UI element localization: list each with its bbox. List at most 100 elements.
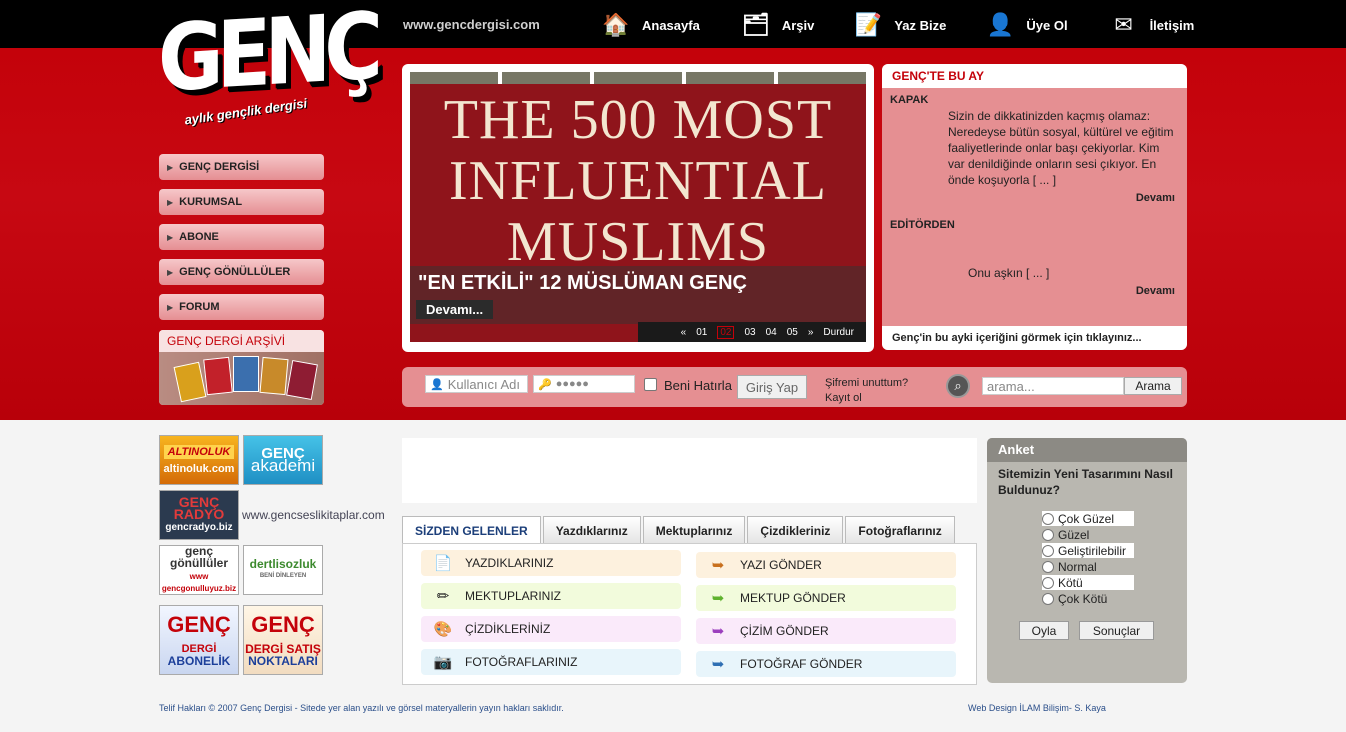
panel-link-cizdikleriniz[interactable]: 🎨 ÇİZDİKLERİNİZ <box>421 616 681 642</box>
nav-label: İletişim <box>1149 17 1195 33</box>
pager-page[interactable]: 05 <box>787 327 798 338</box>
site-logo[interactable]: GENÇ aylık gençlik dergisi <box>158 0 376 133</box>
panel-link-yazdiklariniz[interactable]: 📄 YAZDIKLARINIZ <box>421 550 681 576</box>
banner-area <box>402 438 977 503</box>
arrow-right-icon: ▶ <box>167 162 174 172</box>
this-month-footer-link[interactable]: Genç'in bu ayki içeriğini görmek için tı… <box>882 326 1187 350</box>
arrow-right-icon: ▶ <box>167 267 174 277</box>
poll-vote-button[interactable]: Oyla <box>1019 621 1069 640</box>
site-url[interactable]: www.gencdergisi.com <box>403 17 540 32</box>
slide-more-button[interactable]: Devamı... <box>416 300 494 319</box>
pager-page[interactable]: 03 <box>744 327 755 338</box>
menu-abone[interactable]: ▶ ABONE <box>159 224 324 250</box>
register-link[interactable]: Kayıt ol <box>825 391 862 405</box>
pager-prev[interactable]: « <box>681 327 687 338</box>
dertli-sozluk-logo[interactable]: dertlisozluk BENİ DİNLEYEN <box>243 545 323 595</box>
pager-page[interactable]: 01 <box>696 327 707 338</box>
genc-satis-noktalari-logo[interactable]: GENÇ DERGİ SATIŞ NOKTALARI <box>243 605 323 675</box>
poll-option-label: Normal <box>1058 559 1097 574</box>
password-input[interactable]: 🔑 ●●●●● <box>533 375 635 393</box>
this-month-title: GENÇ'TE BU AY <box>882 64 1187 88</box>
search-icon[interactable]: ⌕ <box>946 374 970 398</box>
kapak-more-link[interactable]: Devamı <box>1136 192 1175 204</box>
pager-next[interactable]: » <box>808 327 814 338</box>
nav-archive[interactable]: 🗂 Arşiv <box>740 8 815 42</box>
remember-checkbox[interactable] <box>644 378 657 391</box>
slide-headline[interactable]: "EN ETKİLİ" 12 MÜSLÜMAN GENÇ <box>418 272 747 295</box>
pager-page-current[interactable]: 02 <box>717 325 735 339</box>
panel-link-fotograflariniz[interactable]: 📷 FOTOĞRAFLARINIZ <box>421 649 681 675</box>
partner-title: GENÇ RADYO <box>173 494 225 522</box>
poll-option-label: Güzel <box>1058 527 1090 542</box>
partner-title: GENÇ <box>167 612 231 637</box>
copyright-text: Telif Hakları © 2007 Genç Dergisi - Site… <box>159 703 564 713</box>
radio-button[interactable] <box>1042 544 1054 557</box>
forgot-password-link[interactable]: Şifremi unuttum? <box>825 376 908 390</box>
panel-link-mektup-gonder[interactable]: ➥ MEKTUP GÖNDER <box>696 585 956 611</box>
menu-forum[interactable]: ▶ FORUM <box>159 294 324 320</box>
poll-results-button[interactable]: Sonuçlar <box>1079 621 1154 640</box>
panel-link-label: FOTOĞRAFLARINIZ <box>465 655 578 669</box>
panel-link-label: ÇİZİM GÖNDER <box>740 624 829 638</box>
editor-more-link[interactable]: Devamı <box>1136 285 1175 297</box>
search-button[interactable]: Arama <box>1124 377 1182 395</box>
menu-genc-gonulluler[interactable]: ▶ GENÇ GÖNÜLLÜLER <box>159 259 324 285</box>
partner-subtitle: ABONELİK <box>167 654 231 668</box>
nav-contact[interactable]: ✉ İletişim <box>1108 8 1195 42</box>
partner-subtitle: akademi <box>250 456 316 475</box>
panel-link-yazi-gonder[interactable]: ➥ YAZI GÖNDER <box>696 552 956 578</box>
slide-image[interactable]: THE 500 MOST INFLUENTIAL MUSLIMS "EN ETK… <box>410 72 866 342</box>
poll-option[interactable]: Çok Kötü <box>1042 591 1134 606</box>
radio-button[interactable] <box>1042 528 1054 541</box>
tab-sizden-gelenler[interactable]: SİZDEN GELENLER <box>402 516 541 544</box>
altinoluk-logo[interactable]: ALTINOLUK altinoluk.com <box>159 435 239 485</box>
panel-link-fotograf-gonder[interactable]: ➥ FOTOĞRAF GÖNDER <box>696 651 956 677</box>
poll-option-label: Çok Kötü <box>1058 591 1108 606</box>
top-nav: 🏠 Anasayfa 🗂 Arşiv 📝 Yaz Bize 👤 Üye Ol ✉… <box>600 8 1194 42</box>
tab-cizdikleriniz[interactable]: Çizdikleriniz <box>747 516 844 544</box>
radio-button[interactable] <box>1042 576 1054 589</box>
tab-fotograflariniz[interactable]: Fotoğraflarınız <box>845 516 955 544</box>
menu-kurumsal[interactable]: ▶ KURUMSAL <box>159 189 324 215</box>
magazine-archive[interactable]: GENÇ DERGİ ARŞİVİ <box>159 330 324 405</box>
sesli-kitaplar-link[interactable]: www.gencseslikitaplar.com <box>242 508 385 522</box>
poll-option[interactable]: Çok Güzel <box>1042 511 1134 526</box>
nav-label: Yaz Bize <box>894 17 947 33</box>
this-month-panel: GENÇ'TE BU AY KAPAK Sizin de dikkatinizd… <box>882 64 1187 350</box>
pager-page[interactable]: 04 <box>766 327 777 338</box>
search-placeholder: arama... <box>987 378 1035 394</box>
partner-url: www gencgonulluyuz.biz <box>161 572 237 593</box>
genc-gonulluler-logo[interactable]: genç gönüllüler www gencgonulluyuz.biz <box>159 545 239 595</box>
poll-question: Sitemizin Yeni Tasarımını Nasıl Buldunuz… <box>998 467 1173 497</box>
genc-radyo-logo[interactable]: GENÇ RADYO gencradyo.biz <box>159 490 239 540</box>
left-menu: ▶ GENÇ DERGİSİ ▶ KURUMSAL ▶ ABONE ▶ GENÇ GÖN… <box>159 154 324 329</box>
radio-button[interactable] <box>1042 512 1054 525</box>
arrow-purple-icon: ➥ <box>711 623 725 640</box>
mail-icon: ✉ <box>1114 12 1133 37</box>
nav-write[interactable]: 📝 Yaz Bize <box>852 8 947 42</box>
poll-option[interactable]: Geliştirilebilir <box>1042 543 1134 558</box>
nav-register[interactable]: 👤 Üye Ol <box>984 8 1068 42</box>
radio-button[interactable] <box>1042 592 1054 605</box>
genc-akademi-logo[interactable]: GENÇ akademi <box>243 435 323 485</box>
login-button[interactable]: Giriş Yap <box>737 375 807 399</box>
pager-stop[interactable]: Durdur <box>823 327 854 338</box>
tab-yazdiklariniz[interactable]: Yazdıklarınız <box>542 516 641 544</box>
tab-mektuplariniz[interactable]: Mektuplarınız <box>642 516 746 544</box>
editor-text: Onu aşkın [ ... ] <box>968 266 1050 280</box>
nav-home[interactable]: 🏠 Anasayfa <box>600 8 700 42</box>
poll-option[interactable]: Güzel <box>1042 527 1134 542</box>
panel-link-cizim-gonder[interactable]: ➥ ÇİZİM GÖNDER <box>696 618 956 644</box>
panel-link-mektuplariniz[interactable]: ✏ MEKTUPLARINIZ <box>421 583 681 609</box>
menu-genc-dergisi[interactable]: ▶ GENÇ DERGİSİ <box>159 154 324 180</box>
design-credit-link[interactable]: Web Design İLAM Bilişim- S. Kaya <box>968 703 1106 713</box>
search-input[interactable]: arama... <box>982 377 1124 395</box>
poll-option[interactable]: Normal <box>1042 559 1134 574</box>
genc-abonelik-logo[interactable]: GENÇ DERGİ ABONELİK <box>159 605 239 675</box>
partner-title: genç gönüllüler <box>170 544 228 570</box>
camera-icon: 📷 <box>433 654 453 671</box>
radio-button[interactable] <box>1042 560 1054 573</box>
username-input[interactable]: 👤 Kullanıcı Adı <box>425 375 528 393</box>
logo-text: GENÇ <box>158 0 376 113</box>
poll-option[interactable]: Kötü <box>1042 575 1134 590</box>
